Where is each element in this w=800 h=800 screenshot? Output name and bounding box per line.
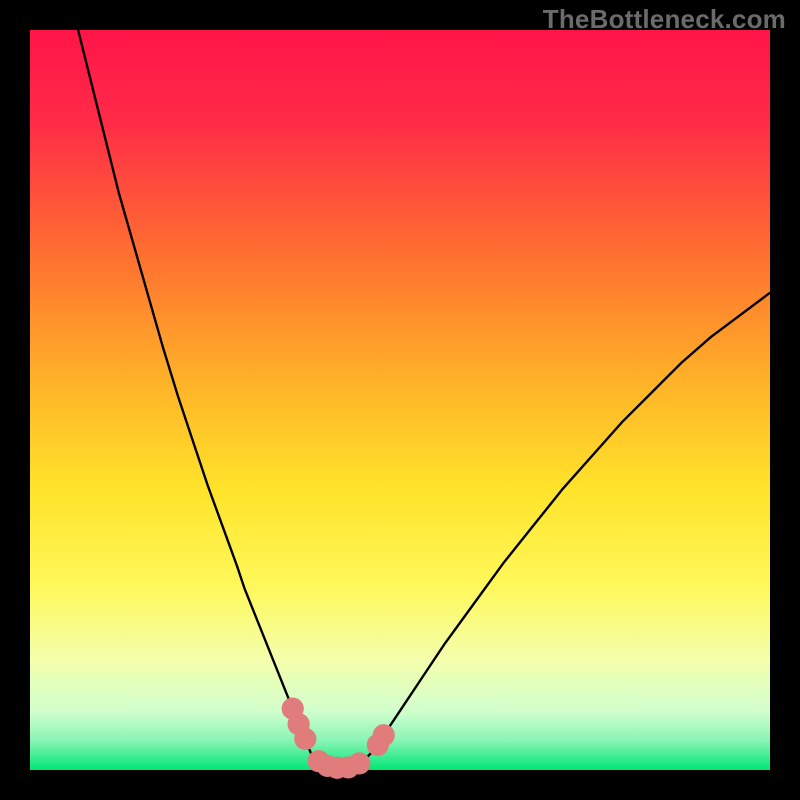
highlight-marker	[348, 752, 370, 774]
chart-frame: TheBottleneck.com	[0, 0, 800, 800]
highlight-marker	[373, 724, 395, 746]
highlight-marker	[294, 728, 316, 750]
plot-area	[30, 30, 770, 770]
bottleneck-curve	[78, 30, 770, 768]
curve-layer	[30, 30, 770, 770]
watermark-text: TheBottleneck.com	[543, 4, 786, 35]
